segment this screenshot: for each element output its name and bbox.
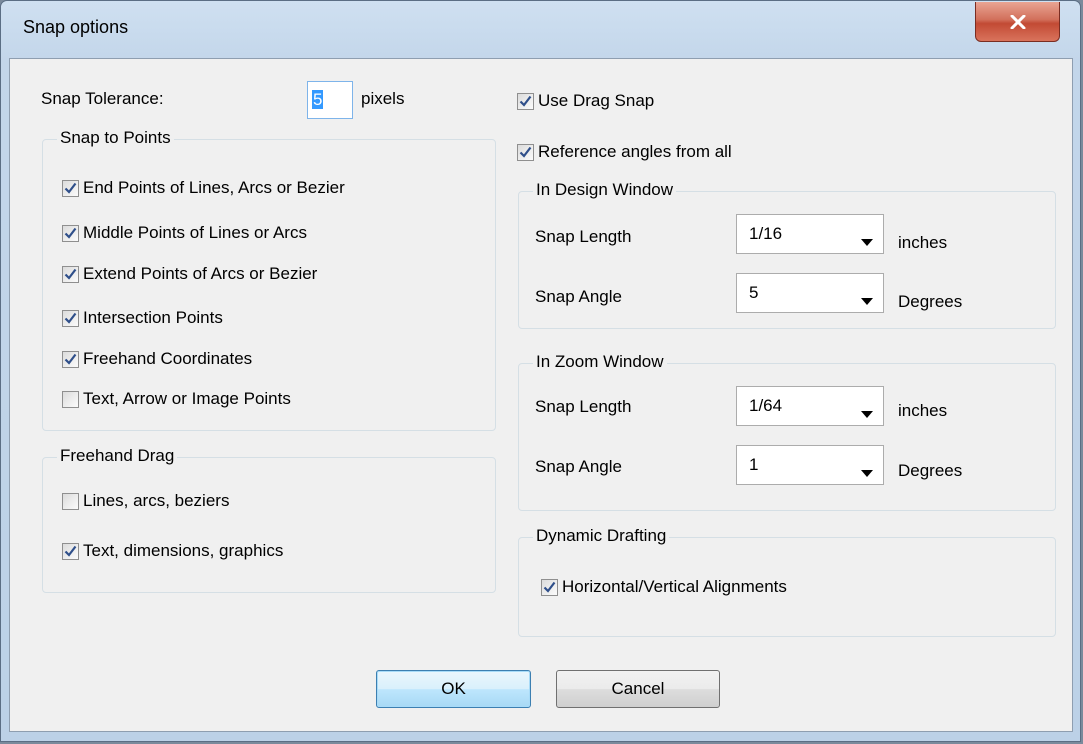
checkbox-text-arrow-image-points[interactable]: Text, Arrow or Image Points <box>62 389 291 409</box>
chevron-down-icon <box>861 462 873 482</box>
design-snap-length-label: Snap Length <box>535 227 632 246</box>
checkmark-icon <box>64 353 77 365</box>
checkbox-box[interactable] <box>62 265 79 283</box>
dropdown-value: 1/16 <box>749 224 783 243</box>
design-snap-length-dropdown[interactable]: 1/16 <box>736 214 884 254</box>
checkbox-label: Text, dimensions, graphics <box>83 541 284 560</box>
checkbox-horizontal-vertical-alignments[interactable]: Horizontal/Vertical Alignments <box>541 577 787 597</box>
checkbox-box[interactable] <box>62 309 79 327</box>
checkbox-label: Middle Points of Lines or Arcs <box>83 223 307 242</box>
ok-button[interactable]: OK <box>376 670 531 708</box>
checkbox-label: Lines, arcs, beziers <box>83 491 230 510</box>
checkmark-icon <box>519 146 532 158</box>
chevron-down-icon <box>861 290 873 310</box>
checkbox-box[interactable] <box>62 224 79 242</box>
ok-button-label: OK <box>441 679 466 698</box>
checkbox-reference-angles[interactable]: Reference angles from all <box>517 142 732 162</box>
close-icon <box>1010 14 1026 29</box>
checkbox-box[interactable] <box>517 92 534 110</box>
checkmark-icon <box>64 268 77 280</box>
design-snap-angle-unit: Degrees <box>898 292 963 311</box>
design-snap-angle-dropdown[interactable]: 5 <box>736 273 884 313</box>
checkbox-text-dimensions-graphics[interactable]: Text, dimensions, graphics <box>62 541 283 561</box>
checkmark-icon <box>64 227 77 239</box>
checkbox-label: Text, Arrow or Image Points <box>83 389 291 408</box>
checkmark-icon <box>543 581 556 593</box>
checkbox-intersection-points[interactable]: Intersection Points <box>62 308 223 328</box>
chevron-down-icon <box>861 231 873 251</box>
snap-tolerance-label: Snap Tolerance: <box>41 89 164 108</box>
title-bar[interactable]: Snap options <box>1 1 1080 57</box>
window-title: Snap options <box>23 17 129 37</box>
zoom-snap-angle-dropdown[interactable]: 1 <box>736 445 884 485</box>
design-window-title: In Design Window <box>533 180 677 200</box>
checkbox-box[interactable] <box>62 350 79 368</box>
cancel-button[interactable]: Cancel <box>556 670 720 708</box>
dropdown-value: 1 <box>749 455 759 474</box>
dynamic-drafting-title: Dynamic Drafting <box>533 526 670 546</box>
checkmark-icon <box>64 312 77 324</box>
checkbox-extend-points[interactable]: Extend Points of Arcs or Bezier <box>62 264 317 284</box>
close-button[interactable] <box>975 2 1060 42</box>
zoom-window-title: In Zoom Window <box>533 352 667 372</box>
zoom-snap-length-unit: inches <box>898 401 948 420</box>
dialog-body: Snap Tolerance: 5 pixels Snap to Points … <box>9 58 1073 732</box>
snap-to-points-title: Snap to Points <box>57 128 174 148</box>
chevron-down-icon <box>861 403 873 423</box>
checkbox-box[interactable] <box>541 578 558 596</box>
checkmark-icon <box>64 182 77 194</box>
freehand-drag-title: Freehand Drag <box>57 446 178 466</box>
design-snap-length-unit: inches <box>898 233 948 252</box>
freehand-drag-group: Freehand Drag <box>42 446 496 593</box>
checkbox-freehand-coordinates[interactable]: Freehand Coordinates <box>62 349 252 369</box>
checkbox-lines-arcs-beziers[interactable]: Lines, arcs, beziers <box>62 491 229 511</box>
design-snap-angle-label: Snap Angle <box>535 287 622 306</box>
cancel-button-label: Cancel <box>611 679 665 698</box>
checkbox-box[interactable] <box>62 179 79 197</box>
zoom-snap-angle-label: Snap Angle <box>535 457 622 476</box>
dropdown-value: 5 <box>749 283 759 302</box>
checkmark-icon <box>64 545 77 557</box>
checkbox-use-drag-snap[interactable]: Use Drag Snap <box>517 91 654 111</box>
checkbox-label: Extend Points of Arcs or Bezier <box>83 264 318 283</box>
zoom-snap-angle-unit: Degrees <box>898 461 963 480</box>
dropdown-value: 1/64 <box>749 396 783 415</box>
checkbox-box[interactable] <box>62 542 79 560</box>
zoom-snap-length-dropdown[interactable]: 1/64 <box>736 386 884 426</box>
checkbox-label: End Points of Lines, Arcs or Bezier <box>83 178 345 197</box>
checkbox-box[interactable] <box>517 143 534 161</box>
snap-tolerance-value: 5 <box>312 90 324 109</box>
checkbox-box[interactable] <box>62 390 79 408</box>
checkbox-label: Reference angles from all <box>538 142 732 161</box>
checkbox-label: Use Drag Snap <box>538 91 655 110</box>
checkbox-label: Horizontal/Vertical Alignments <box>562 577 787 596</box>
checkbox-end-points[interactable]: End Points of Lines, Arcs or Bezier <box>62 178 345 198</box>
checkbox-label: Intersection Points <box>83 308 223 327</box>
checkbox-box[interactable] <box>62 492 79 510</box>
dialog-window: Snap options Snap Tolerance: 5 pixels Sn… <box>0 0 1081 742</box>
checkbox-label: Freehand Coordinates <box>83 349 253 368</box>
snap-tolerance-input[interactable]: 5 <box>307 81 353 119</box>
snap-tolerance-unit: pixels <box>361 89 405 108</box>
checkmark-icon <box>519 95 532 107</box>
zoom-snap-length-label: Snap Length <box>535 397 632 416</box>
checkbox-middle-points[interactable]: Middle Points of Lines or Arcs <box>62 223 307 243</box>
